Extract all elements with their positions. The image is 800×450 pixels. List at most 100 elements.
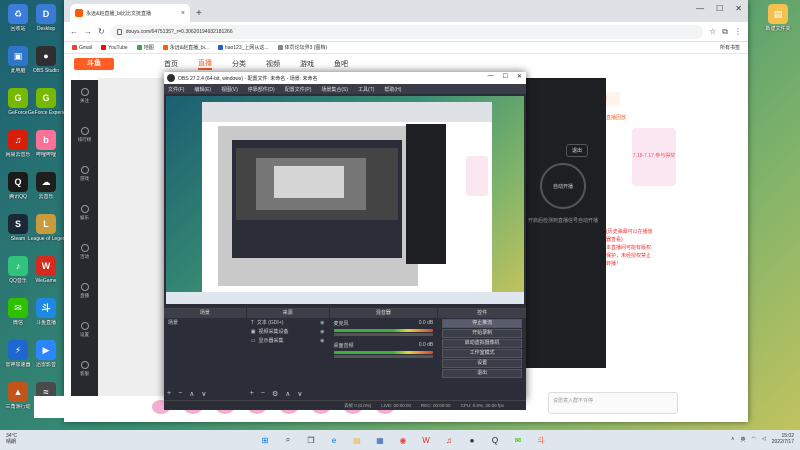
netease-icon[interactable]: ♫ (442, 433, 456, 447)
eye-icon[interactable]: ◉ (320, 338, 324, 344)
sidebar-item[interactable]: 娱乐 (71, 205, 98, 221)
chrome-icon[interactable]: ◉ (396, 433, 410, 447)
desktop-app-mid-4[interactable]: ☁ 云音乐 (28, 172, 64, 200)
explorer-icon[interactable]: ▤ (350, 433, 364, 447)
desktop-app-mid-2[interactable]: G GeForce Experience (28, 88, 64, 116)
obs-control-button[interactable]: 停止推流 (442, 319, 522, 328)
back-icon[interactable]: ← (70, 27, 78, 36)
volume-icon[interactable]: ◁ (762, 436, 766, 442)
obs-menu-item[interactable]: 编辑(E) (194, 86, 211, 93)
source-settings-icon[interactable]: ⚙ (272, 390, 278, 398)
obs-control-button[interactable]: 设置 (442, 359, 522, 368)
new-tab-button[interactable]: + (196, 8, 202, 19)
obs-control-button[interactable]: 开始录制 (442, 329, 522, 338)
exit-button[interactable]: 退出 (566, 144, 589, 157)
obs-maximize-button[interactable]: ☐ (503, 73, 508, 80)
nav-item[interactable]: 分类 (232, 59, 246, 69)
close-window-button[interactable]: ✕ (735, 4, 742, 13)
obs-minimize-button[interactable]: — (488, 73, 494, 80)
minimize-button[interactable]: — (696, 4, 704, 13)
obs-menu-item[interactable]: 工具(T) (358, 86, 374, 93)
obs-menu-item[interactable]: 停靠部件(D) (248, 86, 275, 93)
auto-live-button[interactable]: 自动开播 (540, 163, 586, 209)
sidebar-item[interactable]: 排行榜 (71, 127, 98, 143)
replay-badge[interactable]: 直播回放 (606, 114, 626, 121)
remove-source-icon[interactable]: − (261, 390, 265, 398)
chevron-up-icon[interactable]: ∧ (731, 436, 735, 442)
obs-menu-item[interactable]: 场景集合(S) (321, 86, 348, 93)
scene-item[interactable]: 场景 (164, 318, 246, 327)
maximize-button[interactable]: ☐ (716, 4, 723, 13)
obs-control-button[interactable]: 工作室模式 (442, 349, 522, 358)
menu-icon[interactable]: ⋮ (734, 27, 742, 36)
add-source-icon[interactable]: + (250, 390, 254, 398)
url-field[interactable]: douyu.com/6475135?_r=0.30620194932181266 (110, 24, 704, 39)
star-icon[interactable]: ☆ (709, 27, 716, 36)
source-item[interactable]: ▣ 视频采集设备 ◉ (247, 327, 329, 336)
remove-scene-icon[interactable]: − (178, 390, 182, 398)
source-down-icon[interactable]: ∨ (297, 390, 302, 398)
chat-input[interactable]: 说愿意入群不许停 (548, 392, 678, 414)
edge-icon[interactable]: e (327, 433, 341, 447)
nav-item[interactable]: 游戏 (300, 59, 314, 69)
eye-icon[interactable]: ◉ (320, 329, 324, 335)
desktop-app-mid-8[interactable]: ▶ 迅雷影音 (28, 340, 64, 368)
nav-item[interactable]: 鱼吧 (334, 59, 348, 69)
bookmark-item[interactable]: hao123_上网从这... (217, 44, 269, 51)
sidebar-item[interactable]: 活动 (71, 244, 98, 260)
obs-menu-item[interactable]: 视图(V) (221, 86, 238, 93)
obs-menu-item[interactable]: 帮助(H) (384, 86, 401, 93)
eye-icon[interactable]: ◉ (320, 320, 324, 326)
source-up-icon[interactable]: ∧ (285, 390, 290, 398)
obs-menu-item[interactable]: 配置文件(P) (285, 86, 312, 93)
wps-icon[interactable]: W (419, 433, 433, 447)
desktop-app-mid-0[interactable]: D Desktop (28, 4, 64, 32)
douyu-icon[interactable]: 斗 (534, 433, 548, 447)
weather-widget[interactable]: 34°C 晴朗 (6, 433, 17, 445)
search-icon[interactable]: ⌕ (281, 433, 295, 447)
qq-icon[interactable]: Q (488, 433, 502, 447)
desktop-app-mid-3[interactable]: b 哔哩哔哩 (28, 130, 64, 158)
bookmark-item[interactable]: YouTube (101, 44, 128, 51)
clock[interactable]: 15:02 2022/7/17 (772, 433, 794, 445)
nav-item[interactable]: 视频 (266, 59, 280, 69)
wechat-icon[interactable]: ✉ (511, 433, 525, 447)
add-scene-icon[interactable]: + (167, 390, 171, 398)
nav-item[interactable]: 首页 (164, 59, 178, 69)
obs-preview[interactable] (166, 96, 524, 304)
extensions-icon[interactable]: ⧉ (722, 27, 728, 37)
obs-control-button[interactable]: 退出 (442, 369, 522, 378)
volume-slider[interactable] (333, 355, 434, 358)
source-item[interactable]: T 文本 (GDI+) ◉ (247, 318, 329, 327)
obs-close-button[interactable]: ✕ (517, 73, 522, 80)
store-icon[interactable]: ▦ (373, 433, 387, 447)
nav-item[interactable]: 直播 (198, 58, 212, 70)
start-icon[interactable]: ⊞ (258, 433, 272, 447)
sidebar-item[interactable]: 客服 (71, 361, 98, 377)
all-bookmarks-button[interactable]: 所有书签 (720, 44, 740, 51)
obs-menu-item[interactable]: 文件(F) (168, 86, 184, 93)
desktop-app-mid-6[interactable]: W WeGame (28, 256, 64, 284)
bookmark-item[interactable]: 体罚论坛界3 (图档) (277, 44, 327, 51)
sidebar-item[interactable]: 设置 (71, 322, 98, 338)
bookmark-item[interactable]: 永远&赵直播_bi... (162, 44, 209, 51)
sidebar-item[interactable]: 直播 (71, 283, 98, 299)
desktop-app-mid-7[interactable]: 斗斗鱼直播 (28, 298, 64, 326)
source-item[interactable]: ▭ 显示器采集 ◉ (247, 336, 329, 345)
close-tab-icon[interactable]: × (181, 10, 185, 17)
sidebar-item[interactable]: 关注 (71, 88, 98, 104)
douyu-logo[interactable]: 斗鱼 (74, 58, 114, 70)
volume-slider[interactable] (333, 333, 434, 336)
reload-icon[interactable]: ↻ (98, 27, 105, 36)
desktop-folder-0[interactable]: ▤ 新建文件夹 (760, 4, 796, 32)
bookmark-item[interactable]: Gmail (72, 44, 92, 51)
wifi-icon[interactable]: ◠ (752, 436, 756, 442)
desktop-app-mid-5[interactable]: L League of Legends (28, 214, 64, 242)
scene-up-icon[interactable]: ∧ (189, 390, 194, 398)
event-ad[interactable]: 7.18-7.17 参与得奖 (632, 128, 676, 186)
task-view-icon[interactable]: ❐ (304, 433, 318, 447)
desktop-app-mid-1[interactable]: ● OBS Studio (28, 46, 64, 74)
browser-tab[interactable]: 永远&赵直播_bi比比文抚直播 × (70, 4, 190, 22)
obs-control-button[interactable]: 启动虚拟摄像机 (442, 339, 522, 348)
forward-icon[interactable]: → (84, 27, 92, 36)
